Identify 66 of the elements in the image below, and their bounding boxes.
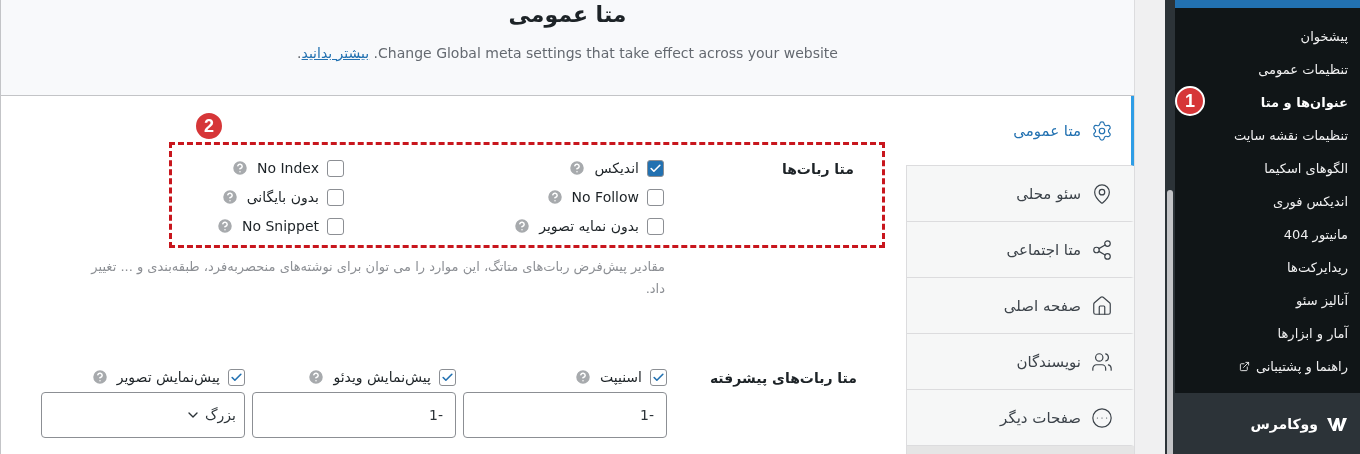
users-icon — [1091, 350, 1113, 373]
menu-item[interactable]: آمار و ابزارها — [1175, 317, 1360, 350]
help-text: مقادیر پیش‌فرض ربات‌های متاتگ، این موارد را می توان برای نوشته‌های منحصربه‌فرد، طبقه‌بندی و ... تغییر داد. — [89, 258, 665, 298]
checkbox[interactable] — [228, 368, 245, 386]
option-label: بدون نمایه تصویر — [539, 218, 639, 234]
help-icon[interactable] — [573, 368, 592, 386]
checkbox[interactable] — [327, 159, 344, 177]
checkbox[interactable] — [439, 368, 456, 386]
field-label: متا ربات‌ها — [780, 160, 854, 179]
tab[interactable]: متا اجتماعی — [906, 222, 1134, 278]
scrollbar[interactable] — [1165, 0, 1175, 454]
learn-more-link[interactable]: بیشتر بدانید — [301, 45, 370, 61]
number-field[interactable]: -1 — [252, 392, 456, 438]
help-icon[interactable] — [216, 217, 234, 235]
checkbox[interactable] — [327, 217, 344, 235]
option-label: No Index — [256, 160, 319, 176]
help-icon[interactable] — [90, 368, 109, 386]
help-icon[interactable] — [545, 188, 564, 206]
tab[interactable]: متا عمومی — [906, 96, 1134, 166]
share-nodes-icon — [1091, 238, 1113, 261]
menu-item[interactable]: تنظیمات عمومی — [1175, 53, 1360, 86]
option-label: No Snippet — [242, 218, 319, 234]
tab[interactable]: صفحات دیگر — [906, 390, 1134, 446]
check-icon — [652, 370, 665, 384]
number-badge: 2 — [194, 111, 224, 141]
help-icon[interactable] — [307, 368, 326, 386]
field-label: متا ربات‌های پیشرفته — [708, 369, 857, 389]
menu-item[interactable]: ریدایرکت‌ها — [1175, 251, 1360, 284]
option-label: پیش‌نمایش ویدئو — [333, 369, 431, 385]
tab[interactable]: صفحه اصلی — [906, 278, 1134, 334]
home-icon — [1091, 294, 1113, 317]
menu-item[interactable]: اندیکس فوری — [1175, 185, 1360, 218]
check-icon — [230, 370, 243, 384]
menu-item[interactable]: راهنما و پشتیبانی — [1175, 350, 1360, 383]
size-select[interactable]: بزرگ — [41, 392, 245, 438]
help-icon[interactable] — [568, 159, 587, 177]
menu-item[interactable]: آنالیز سئو — [1175, 284, 1360, 317]
option-label: پیش‌نمایش تصویر — [116, 369, 220, 385]
checkbox[interactable] — [647, 159, 664, 177]
help-icon[interactable] — [230, 159, 249, 177]
tab[interactable]: نویسندگان — [906, 334, 1134, 390]
checkbox[interactable] — [327, 188, 344, 206]
tab[interactable]: سئو محلی — [906, 166, 1134, 222]
number-badge: 1 — [1175, 86, 1205, 116]
menu-item[interactable]: پیشخوان — [1175, 20, 1360, 53]
menu-item[interactable]: الگوهای اسکیما — [1175, 152, 1360, 185]
map-pin-icon — [1091, 182, 1113, 205]
menu-item[interactable]: تنظیمات نقشه سایت — [1175, 119, 1360, 152]
option-label: No Follow — [571, 189, 639, 205]
option-label: اسنیپت — [599, 369, 642, 385]
w-logo-icon — [1326, 415, 1348, 432]
checkbox[interactable] — [647, 217, 664, 235]
option-label: اندیکس — [594, 160, 639, 176]
help-icon[interactable] — [513, 217, 532, 235]
number-field[interactable]: -1 — [463, 392, 667, 438]
checkbox[interactable] — [650, 368, 667, 386]
page-title: متا عمومی — [508, 2, 627, 27]
menu-item[interactable]: مانیتور 404 — [1175, 218, 1360, 251]
section-label[interactable]: ووکامرس — [1250, 415, 1318, 432]
check-icon — [649, 161, 662, 175]
option-label: بدون بایگانی — [246, 189, 319, 205]
list-circle-icon — [1091, 406, 1113, 429]
check-icon — [441, 370, 454, 384]
checkbox[interactable] — [647, 188, 664, 206]
settings-icon — [1091, 119, 1113, 142]
help-icon[interactable] — [220, 188, 239, 206]
